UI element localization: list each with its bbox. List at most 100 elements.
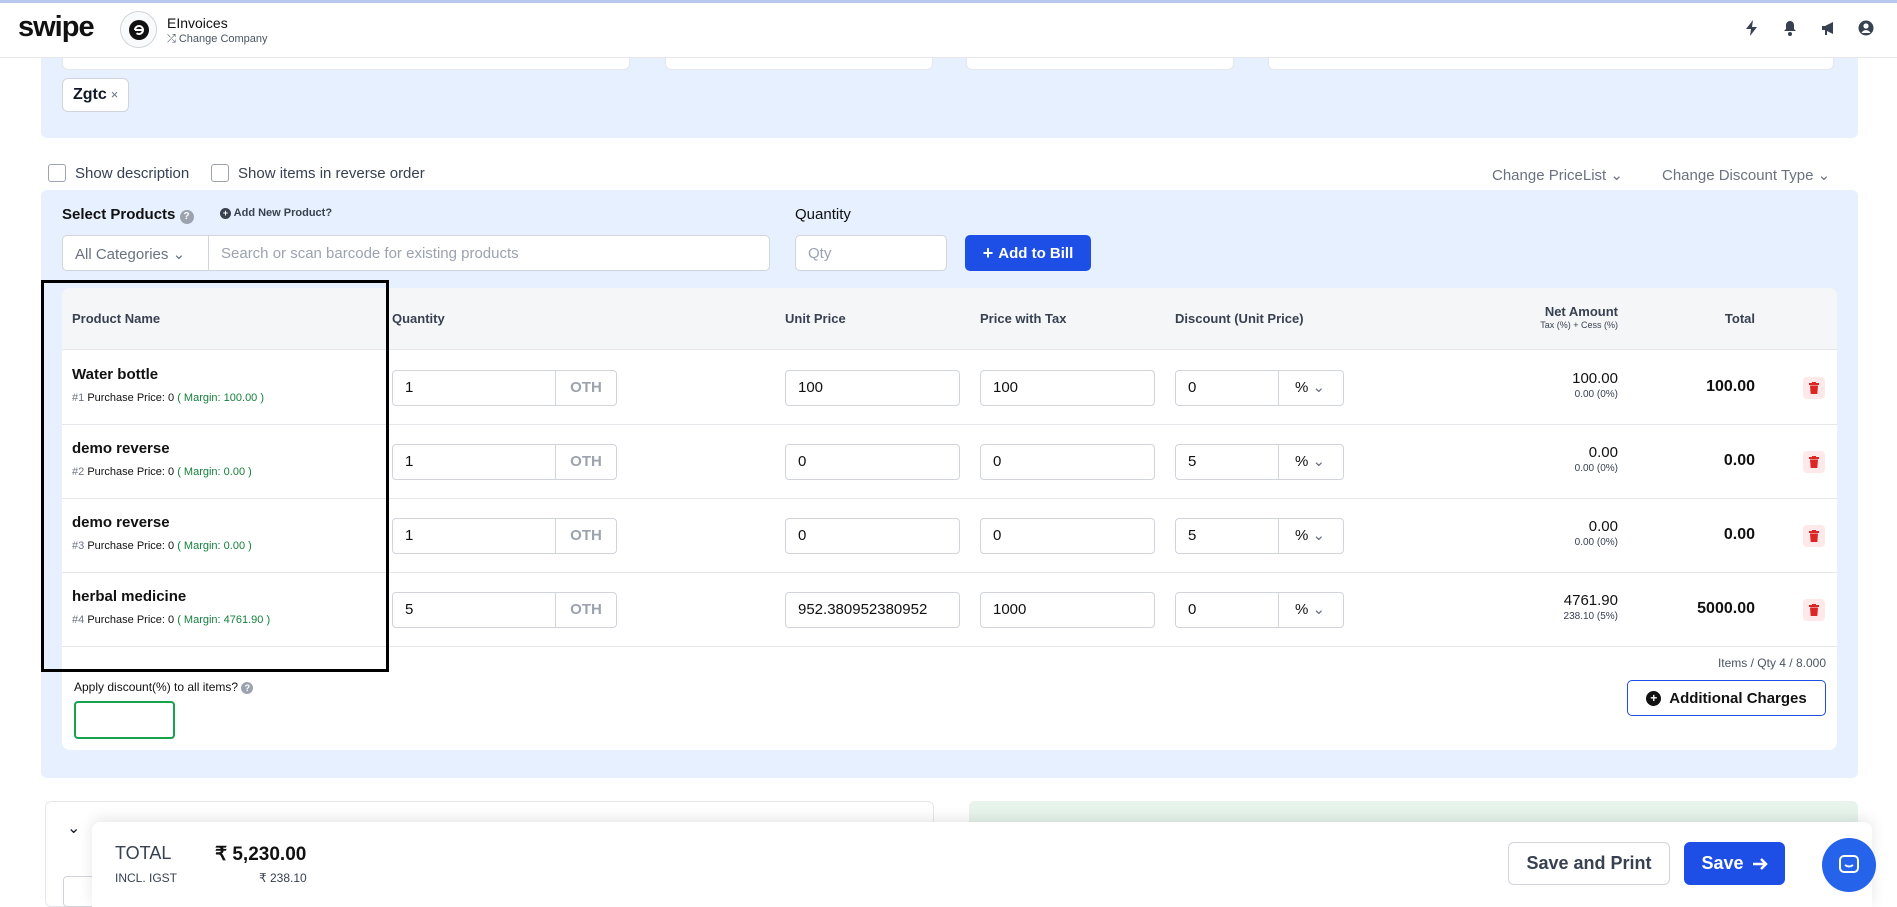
company-name: EInvoices [167, 15, 228, 31]
megaphone-icon[interactable] [1820, 20, 1838, 38]
row-price-with-tax-input[interactable]: 1000 [980, 592, 1155, 628]
swipe-logo[interactable]: swipe [18, 11, 95, 44]
bell-icon[interactable] [1781, 20, 1799, 38]
change-pricelist-label: Change PriceList [1492, 167, 1607, 184]
igst-label: INCL. IGST [115, 871, 178, 885]
row-discount-input[interactable]: 0 [1175, 370, 1279, 406]
chevron-down-icon: ⌄ [1817, 167, 1831, 184]
row-discount-type-select[interactable]: % ⌄ [1278, 592, 1344, 628]
row-tax: 238.10 (5%) [1563, 611, 1618, 622]
show-description-label: Show description [75, 165, 190, 182]
row-unit-select[interactable]: OTH [555, 444, 617, 480]
trash-icon[interactable] [1803, 599, 1825, 621]
header-net-sub: Tax (%) + Cess (%) [1540, 320, 1618, 330]
help-icon[interactable]: ? [179, 210, 194, 224]
chevron-down-icon[interactable]: ⌄ [67, 818, 80, 838]
change-pricelist-dropdown[interactable]: Change PriceList ⌄ [1492, 166, 1623, 184]
row-unit-price-input[interactable]: 952.380952380952 [785, 592, 960, 628]
row-discount-input[interactable]: 5 [1175, 518, 1279, 554]
row-discount-type-select[interactable]: % ⌄ [1278, 370, 1344, 406]
row-price-with-tax-input[interactable]: 100 [980, 370, 1155, 406]
change-company-link[interactable]: ⤮ Change Company [167, 33, 268, 46]
discount-type-label: % [1295, 379, 1309, 396]
add-new-product-label: Add New Product? [233, 207, 333, 219]
add-to-bill-label: Add to Bill [998, 244, 1074, 262]
row-unit-price-input[interactable]: 100 [785, 370, 960, 406]
partial-textarea[interactable] [1268, 58, 1834, 70]
row-tax: 0.00 (0%) [1574, 463, 1618, 474]
total-label: TOTAL [115, 843, 172, 863]
chevron-down-icon: ⌄ [1312, 379, 1326, 396]
row-price-with-tax-input[interactable]: 0 [980, 444, 1155, 480]
customer-details-panel [41, 58, 1858, 138]
row-discount-type-select[interactable]: % ⌄ [1278, 444, 1344, 480]
additional-charges-button[interactable]: + Additional Charges [1627, 680, 1826, 716]
category-select[interactable]: All Categories ⌄ [63, 236, 209, 270]
select-products-label: Select Products ? [62, 206, 194, 224]
additional-charges-label: Additional Charges [1669, 689, 1807, 707]
header-net-amount: Net Amount [1544, 304, 1618, 319]
header-total: Total [1724, 311, 1755, 326]
product-search-input[interactable] [209, 236, 769, 270]
show-description-checkbox[interactable] [48, 164, 66, 182]
change-discount-type-label: Change Discount Type [1662, 167, 1814, 184]
save-and-print-button[interactable]: Save and Print [1508, 842, 1670, 885]
row-unit-price-input[interactable]: 0 [785, 518, 960, 554]
row-unit-select[interactable]: OTH [555, 592, 617, 628]
row-unit-select[interactable]: OTH [555, 370, 617, 406]
reverse-order-checkbox[interactable] [211, 164, 229, 182]
product-search-group: All Categories ⌄ [62, 235, 770, 271]
reverse-order-label: Show items in reverse order [238, 165, 425, 182]
save-label: Save [1701, 853, 1744, 873]
header-discount: Discount (Unit Price) [1175, 311, 1304, 326]
row-total: 0.00 [1723, 526, 1755, 543]
partial-input[interactable] [966, 58, 1234, 70]
row-net-amount: 4761.90 [1563, 592, 1618, 609]
customer-tag[interactable]: Zgtc × [62, 78, 130, 112]
row-quantity-input[interactable]: 1 [392, 444, 556, 480]
quantity-input[interactable] [795, 235, 947, 271]
row-discount-type-select[interactable]: % ⌄ [1278, 518, 1344, 554]
row-discount-input[interactable]: 5 [1175, 444, 1279, 480]
trash-icon[interactable] [1803, 525, 1825, 547]
tag-remove-icon[interactable]: × [111, 87, 119, 102]
partial-input[interactable] [665, 58, 933, 70]
row-quantity-input[interactable]: 1 [392, 370, 556, 406]
apply-discount-label: Apply discount(%) to all items? ? [74, 680, 254, 694]
quantity-label: Quantity [795, 206, 851, 223]
add-new-product-link[interactable]: + Add New Product? [220, 207, 332, 219]
help-icon[interactable]: ? [241, 682, 254, 694]
change-discount-type-dropdown[interactable]: Change Discount Type ⌄ [1662, 166, 1830, 184]
row-unit-price-input[interactable]: 0 [785, 444, 960, 480]
row-unit-select[interactable]: OTH [555, 518, 617, 554]
chevron-down-icon: ⌄ [1312, 453, 1326, 470]
lightning-icon[interactable] [1743, 20, 1761, 38]
category-label: All Categories [75, 246, 169, 263]
row-price-with-tax-input[interactable]: 0 [980, 518, 1155, 554]
company-logo-icon[interactable] [120, 11, 157, 48]
add-to-bill-button[interactable]: + Add to Bill [965, 235, 1091, 271]
chat-icon[interactable] [1822, 838, 1876, 892]
plus-icon: + [982, 242, 994, 263]
trash-icon[interactable] [1803, 377, 1825, 399]
discount-type-label: % [1295, 453, 1309, 470]
chevron-down-icon: ⌄ [1312, 527, 1326, 544]
trash-icon[interactable] [1803, 451, 1825, 473]
row-total: 5000.00 [1697, 600, 1755, 617]
header-price-with-tax: Price with Tax [980, 311, 1067, 326]
save-button[interactable]: Save [1684, 842, 1785, 885]
user-icon[interactable] [1857, 20, 1875, 38]
apply-discount-input[interactable] [74, 701, 175, 739]
tag-label: Zgtc [73, 86, 107, 103]
arrow-right-icon [1752, 857, 1768, 870]
row-quantity-input[interactable]: 1 [392, 518, 556, 554]
chevron-down-icon: ⌄ [1610, 167, 1623, 184]
partial-input[interactable] [62, 58, 630, 70]
row-quantity-input[interactable]: 5 [392, 592, 556, 628]
header-unit-price: Unit Price [785, 311, 846, 326]
change-company-label: Change Company [178, 33, 268, 45]
product-name-highlight-box [41, 280, 389, 672]
row-net-amount: 0.00 [1588, 444, 1618, 461]
igst-value: ₹ 238.10 [259, 871, 307, 885]
row-discount-input[interactable]: 0 [1175, 592, 1279, 628]
